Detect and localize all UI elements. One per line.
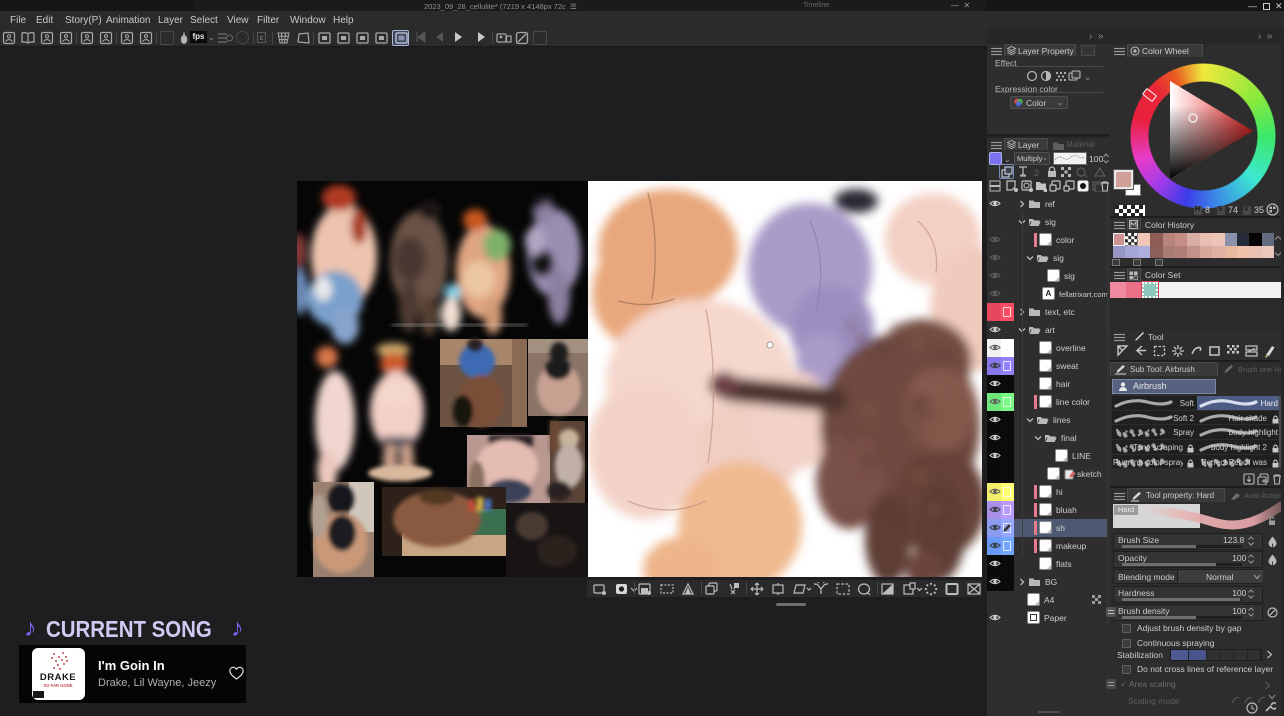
svg-text:SO FAR GONE: SO FAR GONE <box>43 683 72 688</box>
svg-text:2: 2 <box>1034 168 1039 178</box>
svg-text:DRAKE: DRAKE <box>40 672 76 683</box>
